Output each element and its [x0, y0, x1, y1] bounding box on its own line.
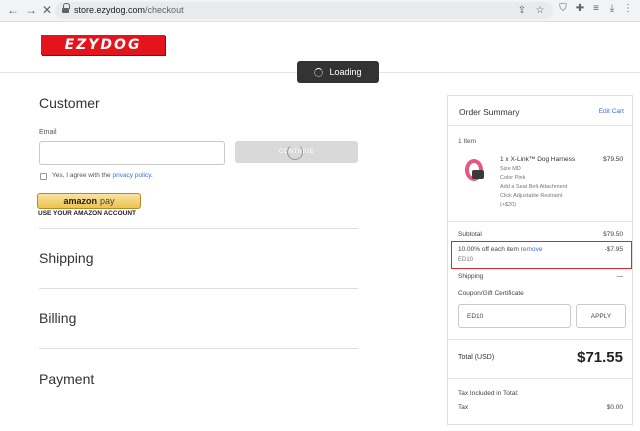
- tax-label: Tax: [458, 404, 469, 411]
- order-summary-title: Order Summary: [459, 107, 520, 117]
- extensions-icon[interactable]: ✚: [574, 3, 586, 15]
- tax-included-label: Tax Included in Total:: [458, 390, 519, 397]
- reading-list-icon[interactable]: ≡: [590, 3, 602, 15]
- total-label: Total (USD): [458, 354, 495, 361]
- section-divider: [39, 348, 358, 349]
- total-value: $71.55: [577, 349, 623, 366]
- product-option: Size MD: [500, 166, 521, 172]
- discount-label: 10.00% off each item remove: [458, 246, 543, 253]
- lock-icon[interactable]: [62, 3, 70, 14]
- apply-coupon-button[interactable]: APPLY: [576, 304, 626, 328]
- customer-title: Customer: [39, 95, 100, 111]
- loading-toast: Loading: [297, 61, 379, 83]
- privacy-policy-link[interactable]: privacy policy: [112, 172, 151, 179]
- star-icon[interactable]: ☆: [534, 5, 546, 17]
- button-spinner-icon: [287, 144, 303, 160]
- subtotal-label: Subtotal: [458, 231, 482, 238]
- browser-toolbar: ← → ✕ store.ezydog.com/checkout ⇪ ☆ ⛉ ✚ …: [0, 0, 640, 22]
- amazon-pay-button[interactable]: amazon pay: [37, 193, 141, 209]
- summary-divider: [448, 221, 632, 222]
- stop-icon[interactable]: ✕: [40, 3, 54, 17]
- forward-icon[interactable]: →: [24, 3, 38, 17]
- shipping-value: —: [616, 273, 624, 280]
- privacy-checkbox[interactable]: [40, 173, 47, 180]
- subtotal-value: $79.50: [603, 231, 623, 238]
- ezydog-logo[interactable]: EZYDOG: [41, 35, 165, 55]
- summary-divider: [448, 378, 632, 379]
- product-option: (+$20): [500, 202, 517, 208]
- section-divider: [39, 288, 358, 289]
- menu-icon[interactable]: ⋮: [622, 3, 634, 15]
- email-field[interactable]: [39, 141, 225, 165]
- shipping-title: Shipping: [39, 250, 94, 266]
- product-option: Click Adjustable Restraint: [500, 193, 563, 199]
- address-bar[interactable]: store.ezydog.com/checkout ⇪ ☆: [55, 2, 553, 19]
- order-summary: Order Summary Edit Cart 1 Item 1 x X-Lin…: [447, 95, 633, 425]
- shield-icon[interactable]: ⛉: [557, 3, 569, 15]
- summary-divider: [448, 339, 632, 340]
- share-icon[interactable]: ⇪: [516, 5, 528, 17]
- discount-code: ED10: [458, 257, 474, 263]
- discount-value: -$7.95: [604, 246, 623, 253]
- shipping-label: Shipping: [458, 273, 484, 280]
- items-count: 1 Item: [458, 138, 477, 145]
- continue-button[interactable]: CONTINUE: [235, 141, 358, 163]
- spinner-icon: [314, 67, 324, 77]
- billing-title: Billing: [39, 310, 77, 326]
- remove-discount-link[interactable]: remove: [521, 246, 543, 253]
- back-icon[interactable]: ←: [6, 3, 20, 17]
- tax-value: $0.00: [606, 404, 623, 411]
- coupon-input[interactable]: ED10: [458, 304, 571, 328]
- product-name: 1 x X-Link™ Dog Harness: [500, 156, 576, 163]
- payment-title: Payment: [39, 371, 95, 387]
- loading-text: Loading: [329, 67, 362, 77]
- amazon-pay-caption: USE YOUR AMAZON ACCOUNT: [38, 210, 136, 217]
- email-label: Email: [39, 129, 57, 136]
- product-option: Add a Seat Belt Attachment: [500, 184, 568, 190]
- edit-cart-link[interactable]: Edit Cart: [599, 108, 624, 115]
- product-image: [460, 156, 490, 186]
- product-price: $79.50: [603, 156, 623, 163]
- product-option: Color Pink: [500, 175, 526, 181]
- summary-divider: [448, 125, 632, 126]
- coupon-label: Coupon/Gift Certificate: [458, 290, 524, 297]
- url-text[interactable]: store.ezydog.com/checkout: [74, 4, 184, 17]
- privacy-text: Yes, I agree with the privacy policy.: [52, 172, 153, 179]
- download-icon[interactable]: ⤓: [606, 3, 618, 15]
- section-divider: [39, 228, 358, 229]
